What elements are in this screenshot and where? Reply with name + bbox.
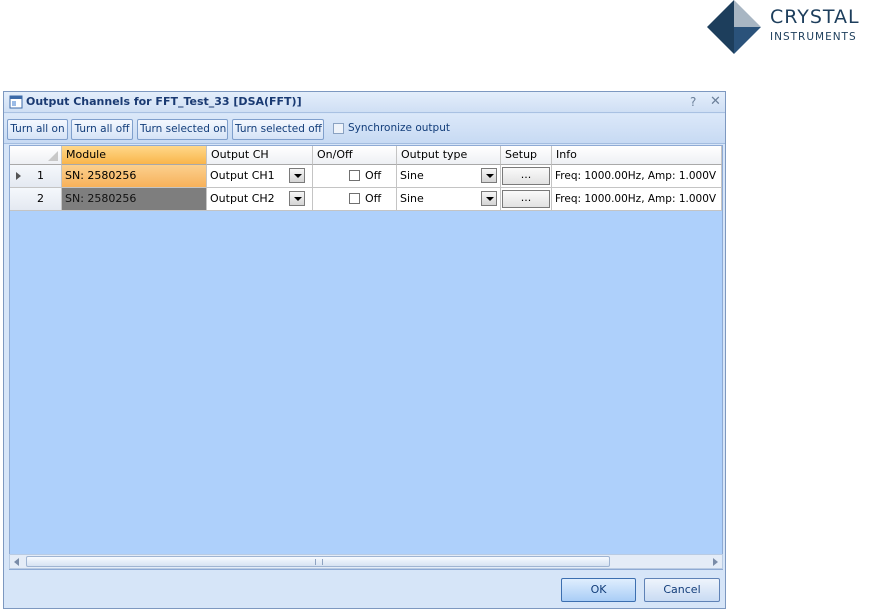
turn-selected-off-button[interactable]: Turn selected off	[232, 119, 324, 140]
table-header: Module Output CH On/Off Output type Setu…	[10, 146, 722, 165]
on-off-checkbox[interactable]	[349, 193, 360, 204]
scroll-right-icon[interactable]	[713, 558, 718, 566]
module-cell[interactable]: SN: 2580256	[62, 188, 207, 211]
header-corner[interactable]	[10, 146, 62, 165]
row-number: 2	[37, 192, 44, 205]
column-header-setup[interactable]: Setup	[501, 146, 552, 165]
on-off-label: Off	[365, 192, 382, 205]
output-channels-dialog: Output Channels for FFT_Test_33 [DSA(FFT…	[3, 91, 726, 609]
row-number: 1	[37, 169, 44, 182]
output-ch-cell[interactable]: Output CH2	[207, 188, 313, 211]
column-header-output-type[interactable]: Output type	[397, 146, 501, 165]
column-header-info[interactable]: Info	[552, 146, 722, 165]
setup-cell: ...	[501, 165, 552, 188]
column-header-output-ch[interactable]: Output CH	[207, 146, 313, 165]
table-row[interactable]: 2 SN: 2580256 Output CH2 Off Sine ... Fr…	[10, 188, 722, 211]
output-ch-value: Output CH2	[210, 192, 275, 205]
select-all-icon	[48, 151, 58, 161]
logo-text-crystal: CRYSTAL	[770, 6, 860, 28]
horizontal-scrollbar[interactable]	[9, 554, 723, 569]
close-icon[interactable]: ✕	[710, 94, 721, 109]
setup-button[interactable]: ...	[502, 190, 550, 208]
diamond-logo-icon	[707, 0, 761, 54]
output-type-value: Sine	[400, 169, 424, 182]
turn-all-on-button[interactable]: Turn all on	[7, 119, 68, 140]
setup-button[interactable]: ...	[502, 167, 550, 185]
help-icon[interactable]: ?	[690, 95, 696, 109]
crystal-instruments-logo: CRYSTAL INSTRUMENTS	[704, 0, 881, 56]
synchronize-output-checkbox[interactable]	[333, 122, 344, 134]
scrollbar-grip-icon	[315, 559, 323, 565]
output-type-value: Sine	[400, 192, 424, 205]
output-type-dropdown-icon[interactable]	[481, 191, 497, 206]
info-cell: Freq: 1000.00Hz, Amp: 1.000V	[552, 165, 722, 188]
turn-all-off-button[interactable]: Turn all off	[71, 119, 133, 140]
ok-button[interactable]: OK	[561, 578, 636, 602]
row-header[interactable]: 1	[10, 165, 62, 188]
module-cell[interactable]: SN: 2580256	[62, 165, 207, 188]
output-type-dropdown-icon[interactable]	[481, 168, 497, 183]
on-off-checkbox[interactable]	[349, 170, 360, 181]
window-icon	[9, 95, 23, 109]
current-row-arrow-icon	[16, 172, 21, 180]
info-cell: Freq: 1000.00Hz, Amp: 1.000V	[552, 188, 722, 211]
column-header-on-off[interactable]: On/Off	[313, 146, 397, 165]
cancel-button[interactable]: Cancel	[644, 578, 720, 602]
scroll-left-icon[interactable]	[14, 558, 19, 566]
on-off-cell[interactable]: Off	[313, 165, 397, 188]
column-header-module[interactable]: Module	[62, 146, 207, 165]
synchronize-output-label: Synchronize output	[348, 122, 450, 134]
on-off-cell[interactable]: Off	[313, 188, 397, 211]
logo-text-instruments: INSTRUMENTS	[770, 31, 857, 43]
output-type-cell[interactable]: Sine	[397, 188, 501, 211]
setup-cell: ...	[501, 188, 552, 211]
synchronize-output-option[interactable]: Synchronize output	[333, 122, 450, 136]
dialog-title: Output Channels for FFT_Test_33 [DSA(FFT…	[26, 95, 302, 108]
output-channels-grid: Module Output CH On/Off Output type Setu…	[9, 145, 723, 570]
output-ch-value: Output CH1	[210, 169, 275, 182]
output-ch-dropdown-icon[interactable]	[289, 168, 305, 183]
scrollbar-thumb[interactable]	[26, 556, 610, 567]
table-row[interactable]: 1 SN: 2580256 Output CH1 Off Sine ... Fr…	[10, 165, 722, 188]
output-ch-dropdown-icon[interactable]	[289, 191, 305, 206]
output-type-cell[interactable]: Sine	[397, 165, 501, 188]
output-ch-cell[interactable]: Output CH1	[207, 165, 313, 188]
on-off-label: Off	[365, 169, 382, 182]
title-bar[interactable]: Output Channels for FFT_Test_33 [DSA(FFT…	[4, 92, 725, 113]
row-header[interactable]: 2	[10, 188, 62, 211]
turn-selected-on-button[interactable]: Turn selected on	[137, 119, 228, 140]
toolbar: Turn all on Turn all off Turn selected o…	[4, 114, 725, 144]
